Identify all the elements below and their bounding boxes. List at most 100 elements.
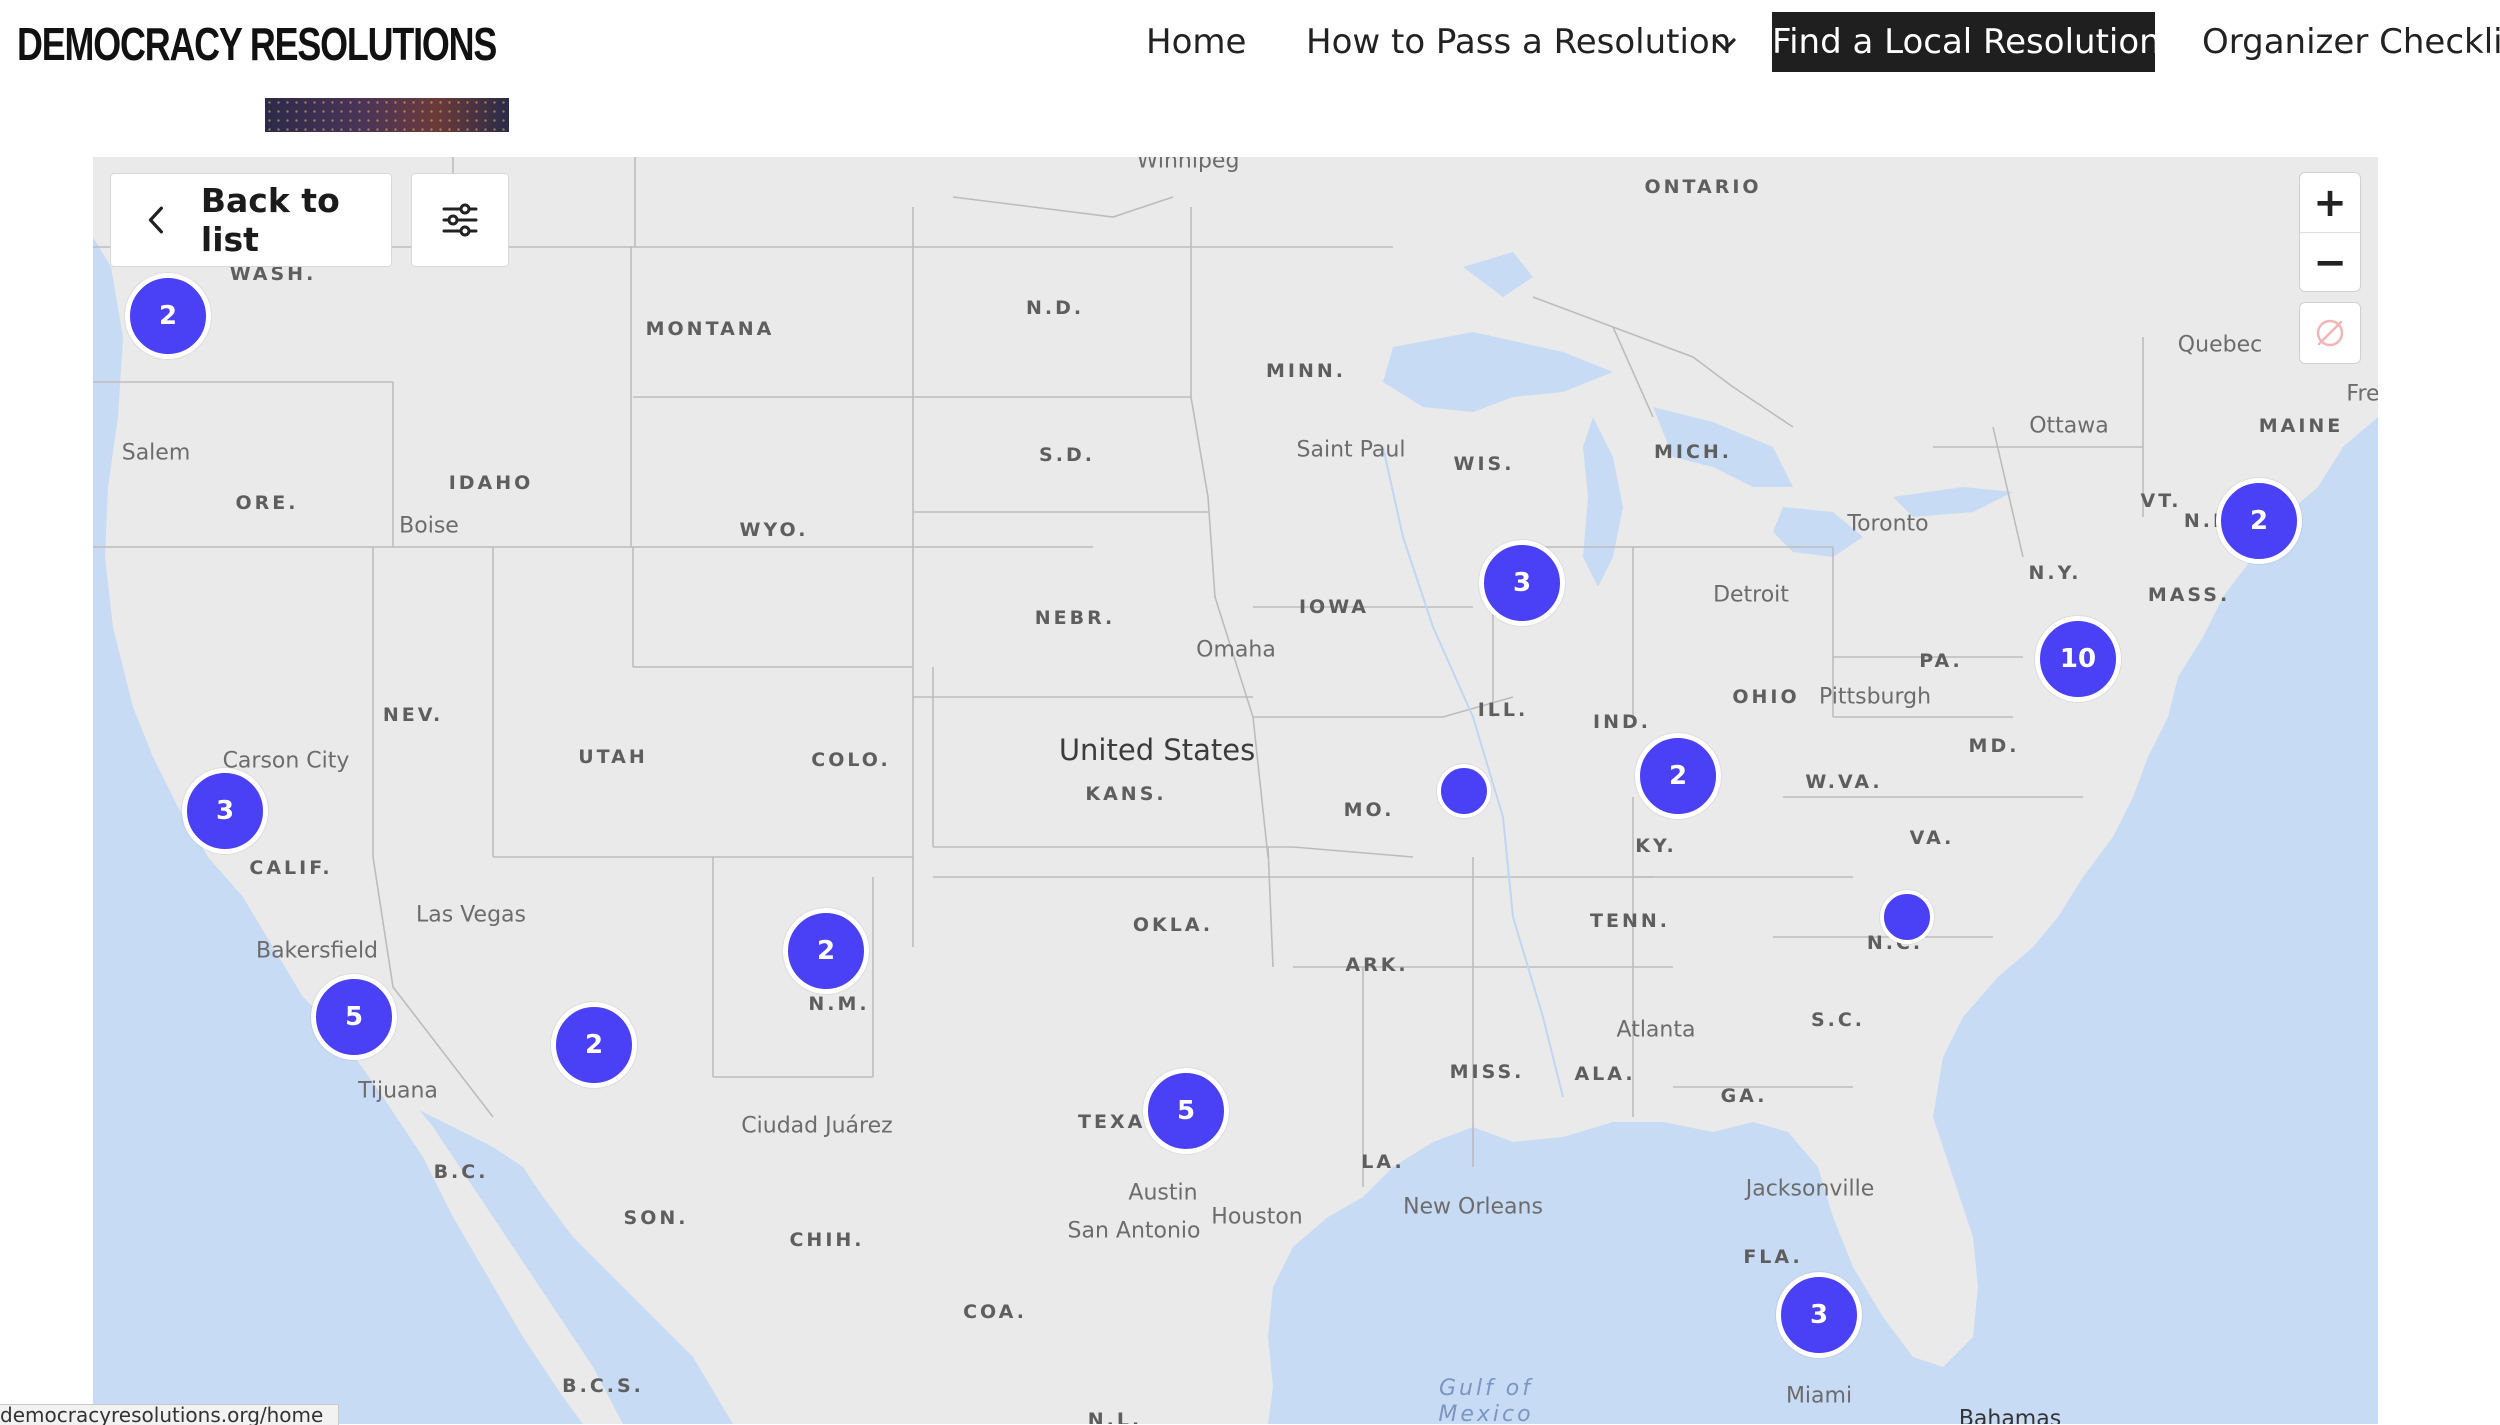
banner-thumbnail — [265, 98, 509, 132]
status-bar-url: democracyresolutions.org/home — [0, 1404, 339, 1425]
filter-button[interactable] — [411, 173, 509, 267]
region-label: W.VA. — [1805, 771, 1883, 793]
nav-home[interactable]: Home — [1146, 12, 1246, 72]
region-label: KANS. — [1085, 783, 1167, 805]
cluster-marker[interactable]: 2 — [551, 1002, 637, 1088]
map-basemap — [93, 157, 2378, 1424]
region-label: VT. — [2140, 490, 2182, 512]
nav-organizer-checklist[interactable]: Organizer Checklist — [2202, 12, 2500, 72]
region-label: COA. — [963, 1301, 1027, 1323]
city-label: Winnipeg — [1136, 157, 1240, 174]
region-label: N.Y. — [2028, 562, 2082, 584]
city-label: Bakersfield — [255, 938, 379, 964]
region-label: OHIO — [1732, 686, 1800, 708]
chevron-left-icon — [148, 206, 164, 234]
region-label: IOWA — [1298, 596, 1370, 618]
country-label: United States — [1058, 733, 1256, 767]
resolutions-map[interactable]: Winnipeg ONTARIO WASH. MONTANA N.D. MINN… — [93, 157, 2378, 1424]
cluster-marker[interactable]: 2 — [1635, 733, 1721, 819]
region-label: FLA. — [1743, 1246, 1803, 1268]
city-label: Ottawa — [2029, 413, 2109, 439]
location-marker[interactable] — [1437, 764, 1491, 818]
location-marker[interactable] — [1880, 890, 1934, 944]
region-label: MO. — [1343, 799, 1395, 821]
city-label: Ciudad Juárez — [741, 1113, 893, 1139]
region-label: CHIH. — [789, 1229, 865, 1251]
city-label: Pittsburgh — [1818, 684, 1932, 710]
site-title[interactable]: DEMOCRACY RESOLUTIONS — [17, 14, 497, 74]
city-label: Omaha — [1196, 637, 1276, 663]
region-label: LA. — [1361, 1151, 1405, 1173]
city-label: Austin — [1128, 1180, 1198, 1206]
city-label: San Antonio — [1067, 1218, 1201, 1244]
zoom-in-button[interactable]: + — [2300, 173, 2360, 232]
region-label: WYO. — [739, 519, 809, 541]
cluster-marker[interactable]: 2 — [783, 908, 869, 994]
region-label: IND. — [1593, 711, 1651, 733]
nav-find-local-resolution[interactable]: Find a Local Resolution — [1772, 12, 2161, 72]
region-label: N.D. — [1025, 297, 1085, 319]
city-label: Tijuana — [358, 1078, 438, 1104]
region-label: S.D. — [1039, 444, 1095, 466]
region-label: GA. — [1720, 1085, 1768, 1107]
region-label: ONTARIO — [1644, 176, 1762, 198]
region-label: NEBR. — [1034, 607, 1116, 629]
chevron-down-icon[interactable] — [1710, 30, 1740, 60]
cluster-marker[interactable]: 5 — [311, 974, 397, 1060]
cluster-marker[interactable]: 5 — [1143, 1068, 1229, 1154]
nav-how-to-pass[interactable]: How to Pass a Resolution — [1306, 12, 1731, 72]
region-label: IDAHO — [448, 472, 534, 494]
region-label: UTAH — [578, 746, 648, 768]
region-label: SON. — [623, 1207, 689, 1229]
back-to-list-button[interactable]: Back to list — [110, 173, 392, 267]
city-label: Jacksonville — [1745, 1176, 1875, 1202]
zoom-out-button[interactable]: − — [2300, 233, 2360, 291]
zoom-control: + − — [2299, 172, 2361, 292]
city-label: Carson City — [222, 748, 350, 774]
cluster-marker[interactable]: 2 — [2216, 478, 2302, 564]
city-label: New Orleans — [1403, 1194, 1543, 1220]
city-label: Fre — [2346, 381, 2378, 407]
region-label: ALA. — [1574, 1063, 1636, 1085]
city-label: Atlanta — [1616, 1017, 1696, 1043]
region-label: WIS. — [1453, 453, 1515, 475]
cluster-marker[interactable]: 3 — [182, 768, 268, 854]
region-label: ORE. — [235, 492, 299, 514]
water-label: Gulf of Mexico — [1438, 1376, 1534, 1424]
region-label: MD. — [1968, 735, 2020, 757]
region-label: MONTANA — [645, 318, 775, 340]
region-label: ARK. — [1345, 954, 1409, 976]
region-label: N.M. — [808, 993, 870, 1015]
city-label: Toronto — [1847, 511, 1929, 537]
region-label: ILL. — [1477, 699, 1529, 721]
back-to-list-label: Back to list — [200, 181, 340, 259]
region-label: TENN. — [1590, 910, 1670, 932]
region-label: COLO. — [811, 749, 891, 771]
city-label: Miami — [1785, 1383, 1853, 1409]
city-label: Las Vegas — [416, 902, 526, 928]
compass-button[interactable] — [2299, 302, 2361, 364]
city-label: Boise — [399, 513, 459, 539]
region-label: CALIF. — [249, 857, 333, 879]
cluster-marker[interactable]: 10 — [2035, 616, 2121, 702]
city-label: Salem — [121, 440, 191, 466]
cluster-marker[interactable]: 3 — [1776, 1272, 1862, 1358]
region-label: MAINE — [2258, 415, 2344, 437]
region-label: NEV. — [382, 704, 444, 726]
region-label: S.C. — [1810, 1009, 1866, 1031]
city-label: Saint Paul — [1296, 437, 1406, 463]
region-label: N.L. — [1087, 1409, 1143, 1424]
city-label: Quebec — [2177, 332, 2263, 358]
region-label: PA. — [1919, 650, 1963, 672]
region-label: B.C.S. — [562, 1375, 644, 1397]
region-label: OKLA. — [1132, 914, 1214, 936]
sliders-icon — [442, 203, 478, 237]
city-label: Houston — [1211, 1204, 1303, 1230]
cluster-marker[interactable]: 2 — [125, 273, 211, 359]
city-label: Bahamas — [1958, 1406, 2062, 1425]
region-label: MASS. — [2147, 584, 2231, 606]
region-label: MINN. — [1266, 360, 1346, 382]
region-label: MICH. — [1653, 441, 1733, 463]
cluster-marker[interactable]: 3 — [1479, 540, 1565, 626]
region-label: MISS. — [1449, 1061, 1525, 1083]
